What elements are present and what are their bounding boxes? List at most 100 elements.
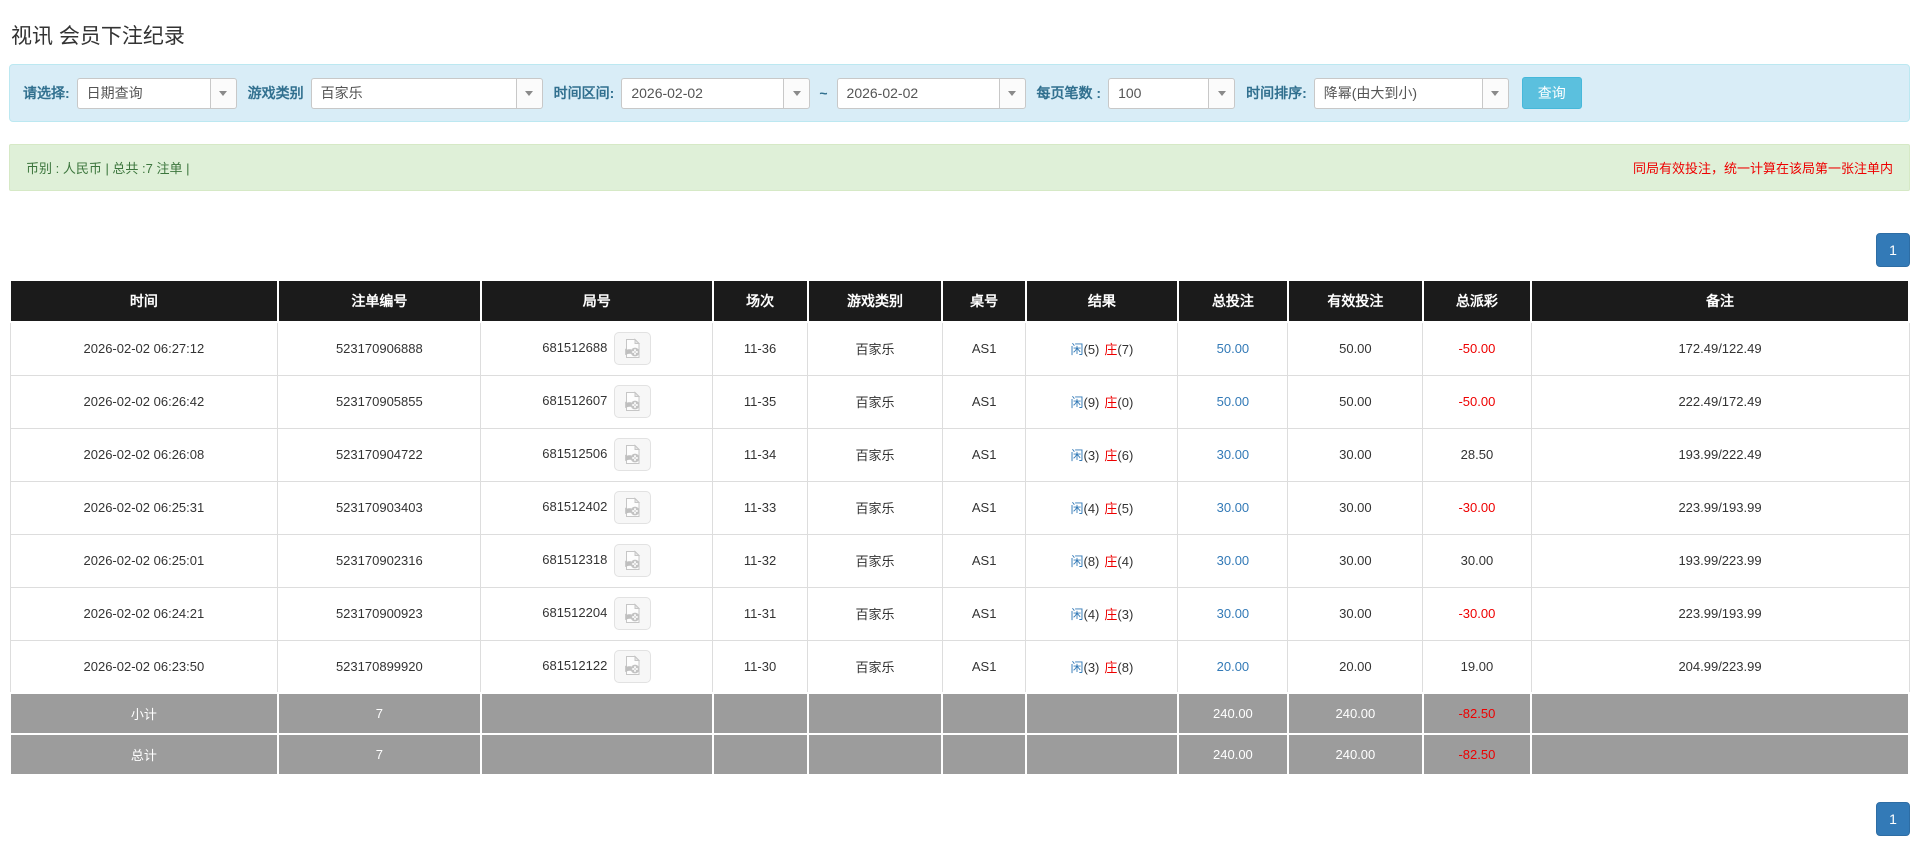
round-id: 681512506 — [542, 445, 608, 461]
result-player-label: 闲 — [1070, 448, 1084, 463]
filter-label-game-type: 游戏类别 — [247, 85, 304, 101]
cell-total-bet: 30.00 — [1177, 586, 1289, 641]
cell-round-id: 681512318 — [480, 533, 714, 588]
cell-note: 223.99/193.99 — [1530, 480, 1910, 535]
table-row: 2026-02-02 06:25:31 523170903403 681512402… — [9, 480, 1910, 535]
cell-payout: 28.50 — [1422, 427, 1532, 482]
game-type-combobox — [310, 77, 543, 109]
video-record-button[interactable] — [614, 544, 652, 577]
date-from-dropdown-button[interactable] — [783, 77, 811, 109]
footer-empty — [1024, 733, 1179, 776]
round-id: 681512122 — [542, 657, 608, 673]
filter-panel: 请选择: 游戏类别 时间区间: ~ 每页笔数 : 时间排序: — [9, 64, 1910, 122]
chevron-down-icon — [219, 90, 228, 96]
cell-round-id: 681512122 — [480, 639, 714, 694]
video-record-button[interactable] — [614, 385, 652, 418]
sort-dropdown-button[interactable] — [1481, 77, 1509, 109]
total-bet-link[interactable]: 20.00 — [1217, 659, 1250, 674]
cell-valid-bet: 50.00 — [1287, 374, 1424, 429]
column-header: 局号 — [479, 279, 714, 323]
total-bet-link[interactable]: 30.00 — [1217, 447, 1250, 462]
result-player-value: (9) — [1083, 395, 1100, 410]
date-to-dropdown-button[interactable] — [998, 77, 1026, 109]
footer-empty — [479, 733, 714, 776]
video-record-button[interactable] — [614, 438, 652, 471]
result-player-label: 闲 — [1070, 395, 1084, 410]
result-player-value: (5) — [1083, 342, 1100, 358]
filter-label-select: 请选择: — [23, 85, 70, 101]
cell-bet-id: 523170902316 — [277, 533, 482, 588]
cell-result: 闲(8) 庄(4) — [1025, 533, 1179, 588]
cell-table-no: AS1 — [941, 374, 1027, 429]
cell-game-type: 百家乐 — [807, 639, 943, 694]
result-player-label: 闲 — [1070, 342, 1084, 358]
total-bet-link[interactable]: 30.00 — [1217, 553, 1250, 568]
video-record-icon — [625, 655, 641, 676]
pagination-page-1[interactable]: 1 — [1876, 802, 1910, 836]
sort-input[interactable] — [1313, 77, 1482, 109]
cell-bet-id: 523170904722 — [277, 427, 482, 482]
cell-total-bet: 50.00 — [1177, 374, 1289, 429]
page-size-combobox — [1108, 77, 1236, 109]
total-bet-link[interactable]: 30.00 — [1217, 606, 1250, 621]
column-header: 桌号 — [941, 279, 1027, 323]
filter-label-page-size: 每页笔数 : — [1036, 85, 1102, 101]
date-from-input[interactable] — [621, 77, 784, 109]
footer-empty — [711, 692, 809, 735]
select-type-dropdown-button[interactable] — [209, 77, 237, 109]
table-body: 2026-02-02 06:27:12 523170906888 681512688… — [9, 321, 1910, 694]
video-record-icon — [625, 390, 641, 411]
cell-result: 闲(4) 庄(5) — [1025, 480, 1179, 535]
total-bet-link[interactable]: 50.00 — [1217, 341, 1250, 356]
search-button[interactable]: 查询 — [1521, 77, 1582, 109]
round-id: 681512688 — [542, 340, 608, 356]
cell-round-id: 681512688 — [480, 321, 714, 376]
total-bet-link[interactable]: 50.00 — [1217, 394, 1250, 409]
cell-valid-bet: 20.00 — [1287, 639, 1424, 694]
summary-notice: 同局有效投注，统一计算在该局第一张注单内 — [1632, 161, 1893, 176]
chevron-down-icon — [1491, 90, 1500, 96]
date-to-input[interactable] — [836, 77, 999, 109]
video-record-button[interactable] — [614, 649, 652, 683]
table-row: 2026-02-02 06:26:42 523170905855 681512607… — [9, 374, 1910, 429]
page-size-dropdown-button[interactable] — [1208, 77, 1236, 109]
result-banker-value: (5) — [1117, 501, 1134, 516]
bet-records-table: 时间 注单编号 局号 场次 游戏类别 桌号 结果 总投注 有效投注 总派彩 备注 2026-02-0… — [9, 279, 1910, 776]
footer-empty — [1024, 692, 1179, 735]
footer-label: 总计 — [9, 733, 279, 776]
cell-total-bet: 50.00 — [1177, 321, 1289, 376]
cell-time: 2026-02-02 06:23:50 — [9, 639, 279, 694]
cell-time: 2026-02-02 06:25:31 — [9, 480, 279, 535]
filter-label-time-range: 时间区间: — [553, 85, 615, 101]
cell-bet-id: 523170906888 — [277, 321, 482, 376]
chevron-down-icon — [1217, 90, 1226, 96]
cell-game-type: 百家乐 — [807, 427, 943, 482]
cell-payout: -50.00 — [1422, 321, 1532, 376]
footer-empty — [479, 692, 714, 735]
column-header: 游戏类别 — [806, 279, 944, 323]
column-header: 备注 — [1530, 279, 1910, 323]
select-type-input[interactable] — [76, 77, 210, 109]
cell-table-no: AS1 — [941, 533, 1027, 588]
column-header: 有效投注 — [1286, 279, 1424, 323]
game-type-dropdown-button[interactable] — [515, 77, 543, 109]
total-bet-link[interactable]: 30.00 — [1217, 500, 1250, 515]
page-size-input[interactable] — [1108, 77, 1209, 109]
game-type-input[interactable] — [310, 77, 516, 109]
cell-session: 11-34 — [712, 427, 809, 482]
cell-time: 2026-02-02 06:27:12 — [9, 321, 279, 376]
cell-game-type: 百家乐 — [807, 374, 943, 429]
cell-valid-bet: 30.00 — [1287, 586, 1424, 641]
result-player-value: (3) — [1083, 659, 1100, 675]
round-id: 681512402 — [542, 498, 608, 514]
video-record-button[interactable] — [614, 597, 652, 630]
cell-payout: 30.00 — [1422, 533, 1532, 588]
table-row: 2026-02-02 06:23:50 523170899920 681512122… — [9, 639, 1910, 694]
video-record-button[interactable] — [614, 491, 652, 524]
footer-count: 7 — [276, 692, 482, 735]
pagination-page-1[interactable]: 1 — [1876, 233, 1910, 267]
cell-table-no: AS1 — [941, 321, 1027, 376]
video-record-button[interactable] — [614, 332, 652, 366]
cell-table-no: AS1 — [941, 586, 1027, 641]
cell-payout: -30.00 — [1422, 586, 1532, 641]
